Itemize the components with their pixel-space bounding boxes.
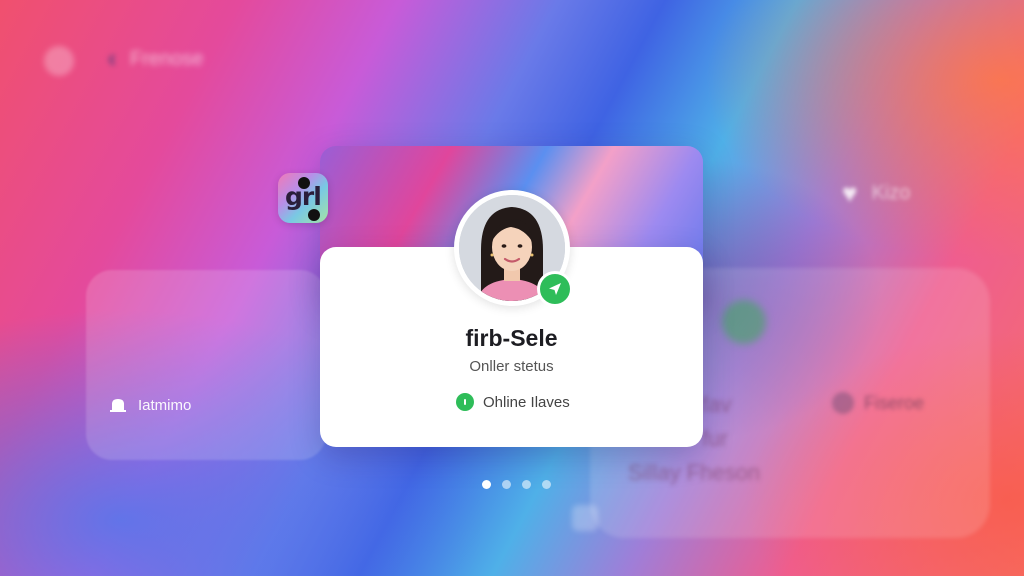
left-panel-label: Iatmimo [138,396,192,414]
pager-dots [482,480,551,489]
green-badge-blurred [722,300,766,344]
online-dot-icon [456,393,474,411]
back-chevron-icon[interactable]: ‹ [98,43,126,73]
back-label[interactable]: Frenose [130,48,203,71]
app-icon-blurred [44,46,74,76]
pager-dot-4[interactable] [542,480,551,489]
favorites-label: Kizo [871,182,911,204]
online-indicator: Ohline Ilaves [456,393,570,411]
logo-dot-bottom [308,209,320,221]
right-user-label: Fiseroe [864,392,925,413]
right-ghost-line-1: fav [702,392,732,417]
logo-dot-top [298,177,310,189]
pager-dot-1[interactable] [482,480,491,489]
send-badge[interactable] [537,271,573,307]
top-nav: ‹ Frenose [44,42,244,78]
right-ghost-line-3: Sillay Fheson [628,460,761,485]
bottom-icon-blurred [572,505,598,531]
pager-dot-2[interactable] [502,480,511,489]
user-avatar-icon [832,392,854,414]
right-ghost-line-2: fur [702,426,728,451]
online-label: Ohline Ilaves [483,393,570,411]
favorites-item[interactable]: ♥ Kizo [842,178,910,209]
left-panel-item[interactable]: Iatmimo [108,395,191,415]
profile-name: firb-Sele [465,325,558,351]
profile-status: Onller stetus [469,358,554,375]
pager-dot-3[interactable] [522,480,531,489]
heart-icon: ♥ [842,178,858,208]
app-logo[interactable]: grl [278,173,328,223]
bell-icon [110,399,126,412]
right-user-item[interactable]: Fiseroe [832,392,924,414]
send-arrow-icon [549,283,561,295]
left-side-panel [86,270,326,460]
